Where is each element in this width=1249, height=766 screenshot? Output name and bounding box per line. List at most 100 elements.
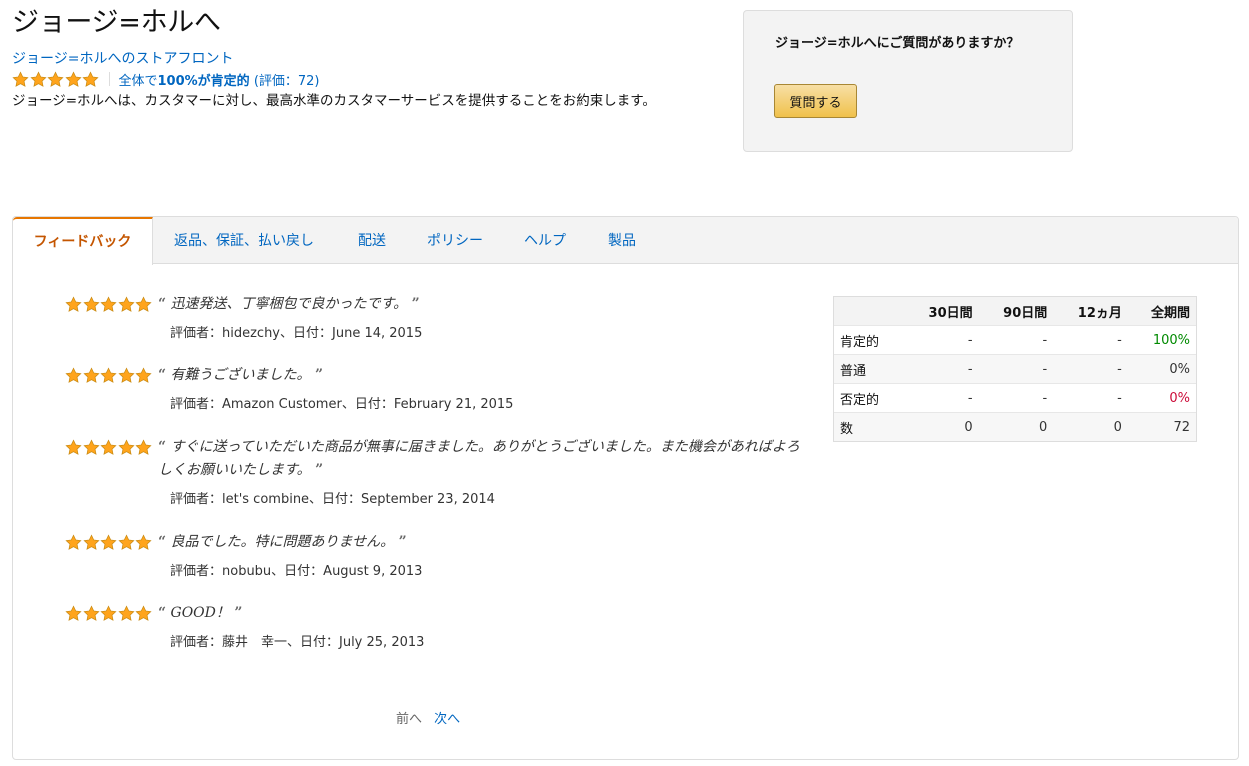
stats-row-label: 否定的 bbox=[833, 383, 905, 413]
star-icon bbox=[65, 534, 82, 550]
stats-header-90d: 90日間 bbox=[979, 296, 1055, 326]
stats-header-12m: 12ヵ月 bbox=[1054, 296, 1129, 326]
stats-header-row: 30日間 90日間 12ヵ月 全期間 bbox=[833, 296, 1197, 326]
star-icon bbox=[135, 534, 152, 550]
feedback-item: “ すぐに送っていただいた商品が無事に届きました。ありがとうございました。また機… bbox=[65, 436, 810, 509]
feedback-comment: “ 良品でした。特に問題ありません。 ” bbox=[158, 534, 407, 550]
stats-cell: 0 bbox=[905, 412, 980, 442]
feedback-stars-icon bbox=[65, 367, 153, 384]
star-icon bbox=[135, 367, 152, 383]
stats-cell: - bbox=[905, 383, 980, 413]
stats-cell: - bbox=[979, 354, 1055, 384]
stats-header-30d: 30日間 bbox=[905, 296, 980, 326]
tab-feedback[interactable]: フィードバック bbox=[13, 217, 153, 265]
star-icon bbox=[12, 70, 29, 87]
pagination-prev: 前へ bbox=[396, 712, 423, 727]
feedback-meta: 評価者：nobubu、日付：August 9, 2013 bbox=[170, 564, 423, 579]
stats-cell: - bbox=[979, 325, 1055, 355]
seller-promise: ジョージ=ホルへは、カスタマーに対し、最高水準のカスタマーサービスを提供すること… bbox=[12, 93, 656, 109]
stats-row-label: 肯定的 bbox=[833, 325, 905, 355]
feedback-item: “ GOOD！ ” 評価者：藤井 幸一、日付：July 25, 2013 bbox=[65, 602, 810, 652]
star-icon bbox=[65, 296, 82, 312]
stats-cell: - bbox=[1054, 354, 1129, 384]
tab-shipping[interactable]: 配送 bbox=[358, 217, 386, 264]
star-icon bbox=[100, 605, 117, 621]
feedback-comment: “ 迅速発送、丁寧梱包で良かったです。 ” bbox=[158, 296, 420, 312]
feedback-stars-icon bbox=[65, 534, 153, 551]
feedback-comment: “ すぐに送っていただいた商品が無事に届きました。ありがとうございました。また機… bbox=[158, 439, 800, 478]
tab-bar: フィードバック 返品、保証、払い戻し 配送 ポリシー ヘルプ 製品 bbox=[13, 217, 1238, 265]
stats-cell: 0 bbox=[979, 412, 1055, 442]
tab-products[interactable]: 製品 bbox=[608, 217, 636, 264]
star-icon bbox=[65, 367, 82, 383]
stats-row-count: 数 0 0 0 72 bbox=[833, 412, 1197, 442]
stats-cell: 0% bbox=[1128, 383, 1197, 413]
divider bbox=[108, 72, 110, 86]
tab-policy[interactable]: ポリシー bbox=[427, 217, 483, 264]
star-icon bbox=[100, 296, 117, 312]
stats-row-label: 普通 bbox=[833, 354, 905, 384]
stats-cell: 0% bbox=[1128, 354, 1197, 384]
stats-cell: 0 bbox=[1054, 412, 1129, 442]
star-icon bbox=[65, 439, 82, 455]
stats-row-label: 数 bbox=[833, 412, 905, 442]
ask-question-button[interactable]: 質問する bbox=[774, 84, 857, 118]
seller-rating-stars-icon bbox=[12, 70, 100, 88]
stats-header-label bbox=[833, 296, 905, 326]
stats-cell: 72 bbox=[1128, 412, 1197, 442]
stats-cell: - bbox=[1054, 383, 1129, 413]
feedback-meta: 評価者：let's combine、日付：September 23, 2014 bbox=[170, 492, 495, 507]
tab-returns[interactable]: 返品、保証、払い戻し bbox=[174, 217, 314, 264]
star-icon bbox=[82, 439, 100, 455]
feedback-stats-table: 30日間 90日間 12ヵ月 全期間 肯定的 - - - 100% 普通 - -… bbox=[833, 296, 1197, 442]
feedback-stars-icon bbox=[65, 296, 153, 313]
star-icon bbox=[64, 70, 82, 87]
feedback-comment: “ 有難うございました。 ” bbox=[158, 367, 324, 383]
rating-summary-link[interactable]: 全体で100%が肯定的 (評価：72) bbox=[119, 70, 320, 89]
feedback-item: “ 良品でした。特に問題ありません。 ” 評価者：nobubu、日付：Augus… bbox=[65, 531, 810, 581]
stats-row-positive: 肯定的 - - - 100% bbox=[833, 325, 1197, 355]
star-icon bbox=[117, 605, 135, 621]
star-icon bbox=[100, 367, 117, 383]
positive-percent: 100% bbox=[1152, 332, 1190, 348]
star-icon bbox=[47, 70, 64, 87]
stats-row-neutral: 普通 - - - 0% bbox=[833, 354, 1197, 384]
star-icon bbox=[82, 296, 100, 312]
stats-header-all: 全期間 bbox=[1128, 296, 1197, 326]
stats-cell: - bbox=[1054, 325, 1129, 355]
stats-cell: 100% bbox=[1128, 325, 1197, 355]
storefront-link[interactable]: ジョージ=ホルへのストアフロント bbox=[12, 49, 233, 69]
feedback-meta: 評価者：Amazon Customer、日付：February 21, 2015 bbox=[170, 397, 514, 412]
pagination-next[interactable]: 次へ bbox=[434, 712, 460, 727]
star-icon bbox=[117, 439, 135, 455]
stats-cell: - bbox=[979, 383, 1055, 413]
star-icon bbox=[135, 605, 152, 621]
rating-count: (評価：72) bbox=[249, 73, 320, 89]
tab-help[interactable]: ヘルプ bbox=[524, 217, 566, 264]
star-icon bbox=[29, 70, 47, 87]
feedback-item: “ 有難うございました。 ” 評価者：Amazon Customer、日付：Fe… bbox=[65, 364, 810, 414]
star-icon bbox=[117, 534, 135, 550]
star-icon bbox=[82, 70, 99, 87]
feedback-stars-icon bbox=[65, 439, 153, 456]
star-icon bbox=[100, 534, 117, 550]
star-icon bbox=[117, 296, 135, 312]
star-icon bbox=[117, 367, 135, 383]
seller-name: ジョージ=ホルへ bbox=[12, 7, 221, 38]
rating-prefix: 全体で bbox=[118, 73, 158, 89]
feedback-item: “ 迅速発送、丁寧梱包で良かったです。 ” 評価者：hidezchy、日付：Ju… bbox=[65, 293, 810, 343]
pagination: 前へ 次へ bbox=[396, 708, 460, 727]
ask-question-title: ジョージ=ホルへにご質問がありますか？ bbox=[775, 36, 1020, 51]
star-icon bbox=[82, 605, 100, 621]
negative-percent: 0% bbox=[1169, 390, 1190, 406]
star-icon bbox=[135, 439, 152, 455]
star-icon bbox=[65, 605, 82, 621]
rating-percent: 100%が肯定的 bbox=[157, 73, 250, 89]
seller-tab-panel: フィードバック 返品、保証、払い戻し 配送 ポリシー ヘルプ 製品 “ 迅速発送… bbox=[12, 216, 1239, 760]
ask-question-box: ジョージ=ホルへにご質問がありますか？ 質問する bbox=[743, 10, 1073, 152]
seller-rating: 全体で100%が肯定的 (評価：72) bbox=[12, 70, 320, 89]
star-icon bbox=[100, 439, 117, 455]
feedback-list: “ 迅速発送、丁寧梱包で良かったです。 ” 評価者：hidezchy、日付：Ju… bbox=[65, 293, 810, 652]
feedback-meta: 評価者：hidezchy、日付：June 14, 2015 bbox=[170, 326, 423, 341]
star-icon bbox=[82, 534, 100, 550]
